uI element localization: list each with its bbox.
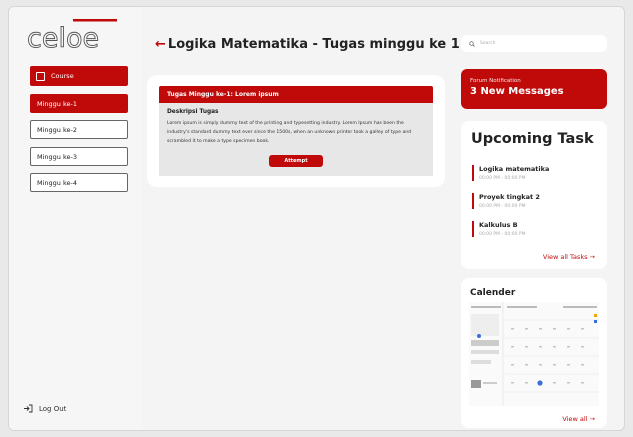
upcoming-task-item[interactable]: Logika matematika 00:00 PM - 00:00 PM [472, 165, 549, 181]
app-window: celoe Course Minggu ke-1 Minggu ke-2 Min… [8, 6, 625, 431]
page-title: ← Logika Matematika - Tugas minggu ke 1 [155, 37, 460, 52]
search-icon [469, 40, 475, 47]
search-placeholder: Search [480, 41, 496, 46]
upcoming-task-title: Upcoming Task [471, 131, 594, 147]
task-time: 00:00 PM - 00:00 PM [479, 232, 526, 237]
task-card: Tugas Minggu ke-1: Lorem ipsum Deskripsi… [147, 75, 445, 187]
main-content: ← Logika Matematika - Tugas minggu ke 1 T… [141, 7, 460, 430]
course-label: Course [51, 72, 74, 80]
task-time: 00:00 PM - 00:00 PM [479, 204, 526, 209]
right-panel: Search Forum Notification 3 New Messages… [457, 7, 624, 430]
forum-notification-card[interactable]: Forum Notification 3 New Messages [461, 69, 607, 109]
notification-headline: 3 New Messages [470, 86, 564, 97]
task-time: 00:00 PM - 00:00 PM [479, 176, 526, 181]
sidebar: celoe Course Minggu ke-1 Minggu ke-2 Min… [9, 7, 141, 430]
week-label: Minggu ke-3 [37, 152, 77, 161]
logout-icon [24, 404, 33, 413]
logout-label: Log Out [39, 404, 67, 413]
search-input[interactable]: Search [461, 35, 607, 52]
sidebar-item-minggu-2[interactable]: Minggu ke-2 [30, 120, 128, 139]
sidebar-item-minggu-1[interactable]: Minggu ke-1 [30, 94, 128, 113]
logout-button[interactable]: Log Out [23, 404, 66, 413]
week-label: Minggu ke-1 [37, 99, 77, 108]
attempt-button[interactable]: Attempt [269, 155, 323, 167]
back-arrow-icon[interactable]: ← [155, 37, 166, 52]
view-all-tasks-link[interactable]: View all Tasks → [543, 253, 595, 261]
calendar-card: Calender View all → [461, 278, 607, 428]
task-description-text: Lorem ipsum is simply dummy text of the … [167, 121, 412, 144]
week-label: Minggu ke-2 [37, 125, 77, 134]
celoe-logo: celoe [25, 17, 125, 54]
calendar-thumbnail[interactable] [469, 300, 599, 408]
calendar-view-all-link[interactable]: View all → [562, 415, 595, 423]
notification-subtitle: Forum Notification [470, 78, 521, 84]
task-name: Logika matematika [479, 165, 550, 173]
course-icon [36, 71, 45, 81]
upcoming-task-item[interactable]: Kalkulus B 00:00 PM - 00:00 PM [472, 221, 525, 237]
page-title-text: Logika Matematika - Tugas minggu ke 1 [167, 37, 460, 52]
task-name: Proyek tingkat 2 [479, 193, 540, 201]
course-button[interactable]: Course [30, 66, 128, 86]
task-header: Tugas Minggu ke-1: Lorem ipsum [159, 86, 433, 103]
task-body: Deskripsi Tugas Lorem ipsum is simply du… [159, 103, 433, 176]
task-name: Kalkulus B [479, 221, 518, 229]
week-label: Minggu ke-4 [37, 178, 77, 187]
task-description-heading: Deskripsi Tugas [167, 109, 219, 115]
upcoming-task-item[interactable]: Proyek tingkat 2 00:00 PM - 00:00 PM [472, 193, 540, 209]
upcoming-task-card: Upcoming Task Logika matematika 00:00 PM… [461, 121, 607, 269]
svg-text:celoe: celoe [27, 23, 99, 53]
sidebar-item-minggu-4[interactable]: Minggu ke-4 [30, 173, 128, 192]
sidebar-item-minggu-3[interactable]: Minggu ke-3 [30, 147, 128, 166]
calendar-title: Calender [470, 288, 516, 298]
